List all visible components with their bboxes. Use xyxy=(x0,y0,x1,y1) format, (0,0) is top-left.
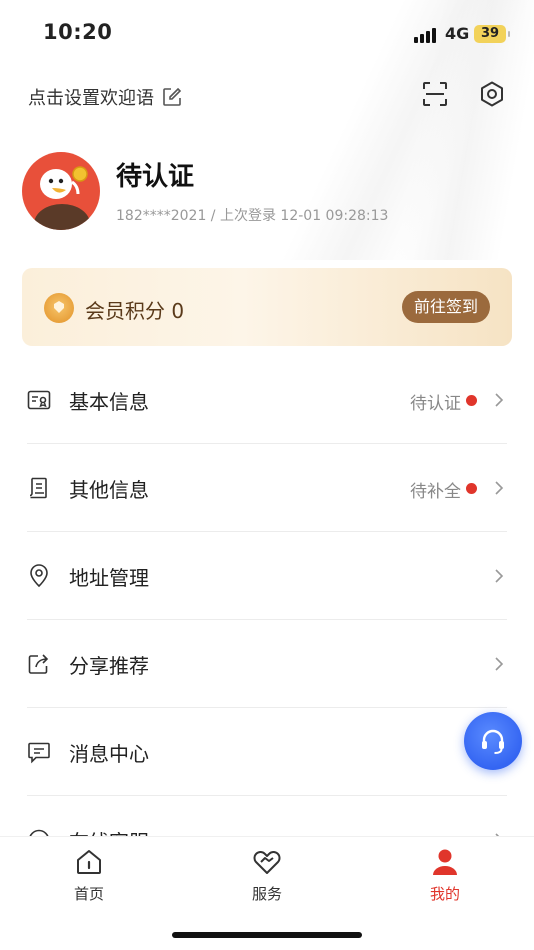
scan-icon[interactable] xyxy=(421,80,449,108)
menu-item-address[interactable]: 地址管理 xyxy=(27,532,507,620)
headset-icon xyxy=(482,729,504,754)
chevron-right-icon xyxy=(495,657,504,671)
home-indicator xyxy=(172,932,362,938)
document-icon xyxy=(29,477,47,499)
menu-item-share[interactable]: 分享推荐 xyxy=(27,620,507,708)
profile-page: 10:20 4G 39 点击设置欢迎语 待认证 182****2021 / 上次… xyxy=(0,0,534,950)
profile-icon xyxy=(433,849,457,875)
chevron-right-icon xyxy=(495,393,504,407)
user-info: 182****2021 / 上次登录 12-01 09:28:13 xyxy=(116,208,389,224)
welcome-text: 点击设置欢迎语 xyxy=(28,88,154,109)
signal-icon xyxy=(414,28,436,43)
tab-home[interactable]: 首页 xyxy=(44,847,134,904)
network-label: 4G xyxy=(445,24,470,43)
avatar[interactable] xyxy=(22,152,100,230)
status-time: 10:20 xyxy=(43,20,113,44)
menu-label: 地址管理 xyxy=(69,566,149,590)
menu-item-basic-info[interactable]: 基本信息 待认证 xyxy=(27,356,507,444)
points-coin-icon xyxy=(44,293,74,323)
menu-item-other-info[interactable]: 其他信息 待补全 xyxy=(27,444,507,532)
battery-indicator: 39 xyxy=(474,25,510,43)
signin-button[interactable]: 前往签到 xyxy=(402,291,490,323)
home-icon xyxy=(77,850,101,874)
status-dot xyxy=(466,483,477,494)
heart-handshake-icon xyxy=(253,851,281,874)
member-points-card[interactable]: 会员积分 0 前往签到 xyxy=(22,268,512,346)
menu-label: 在线客服 xyxy=(69,826,149,836)
tab-label: 我的 xyxy=(429,885,460,903)
tab-service[interactable]: 服务 xyxy=(222,847,312,904)
status-bar: 10:20 4G 39 xyxy=(0,0,534,68)
chevron-right-icon xyxy=(495,569,504,583)
status-dot xyxy=(466,395,477,406)
menu-label: 分享推荐 xyxy=(69,654,149,678)
welcome-setting[interactable]: 点击设置欢迎语 xyxy=(28,84,182,110)
chevron-right-icon xyxy=(495,481,504,495)
member-points-label: 会员积分 0 xyxy=(85,299,185,323)
settings-icon[interactable] xyxy=(478,80,506,108)
id-card-icon xyxy=(27,390,51,410)
message-icon xyxy=(28,742,50,764)
location-icon xyxy=(30,564,48,588)
menu-status: 待补全 xyxy=(410,482,461,502)
chat-icon xyxy=(29,829,49,836)
customer-service-button[interactable] xyxy=(464,712,522,770)
user-name: 待认证 xyxy=(116,162,195,192)
tab-mine[interactable]: 我的 xyxy=(400,847,490,904)
menu-label: 基本信息 xyxy=(69,390,149,414)
share-icon xyxy=(28,654,49,674)
menu-label: 其他信息 xyxy=(69,478,149,502)
edit-icon[interactable] xyxy=(162,87,182,107)
tab-label: 首页 xyxy=(73,885,104,903)
menu-item-messages[interactable]: 消息中心 xyxy=(27,708,507,796)
menu-status: 待认证 xyxy=(410,394,461,414)
tab-label: 服务 xyxy=(251,885,282,903)
menu-list: 基本信息 待认证 其他信息 待补全 地址管理 分享推荐 消息中心 xyxy=(0,356,534,836)
menu-item-online-service[interactable]: 在线客服 xyxy=(27,796,507,836)
menu-label: 消息中心 xyxy=(69,742,149,766)
